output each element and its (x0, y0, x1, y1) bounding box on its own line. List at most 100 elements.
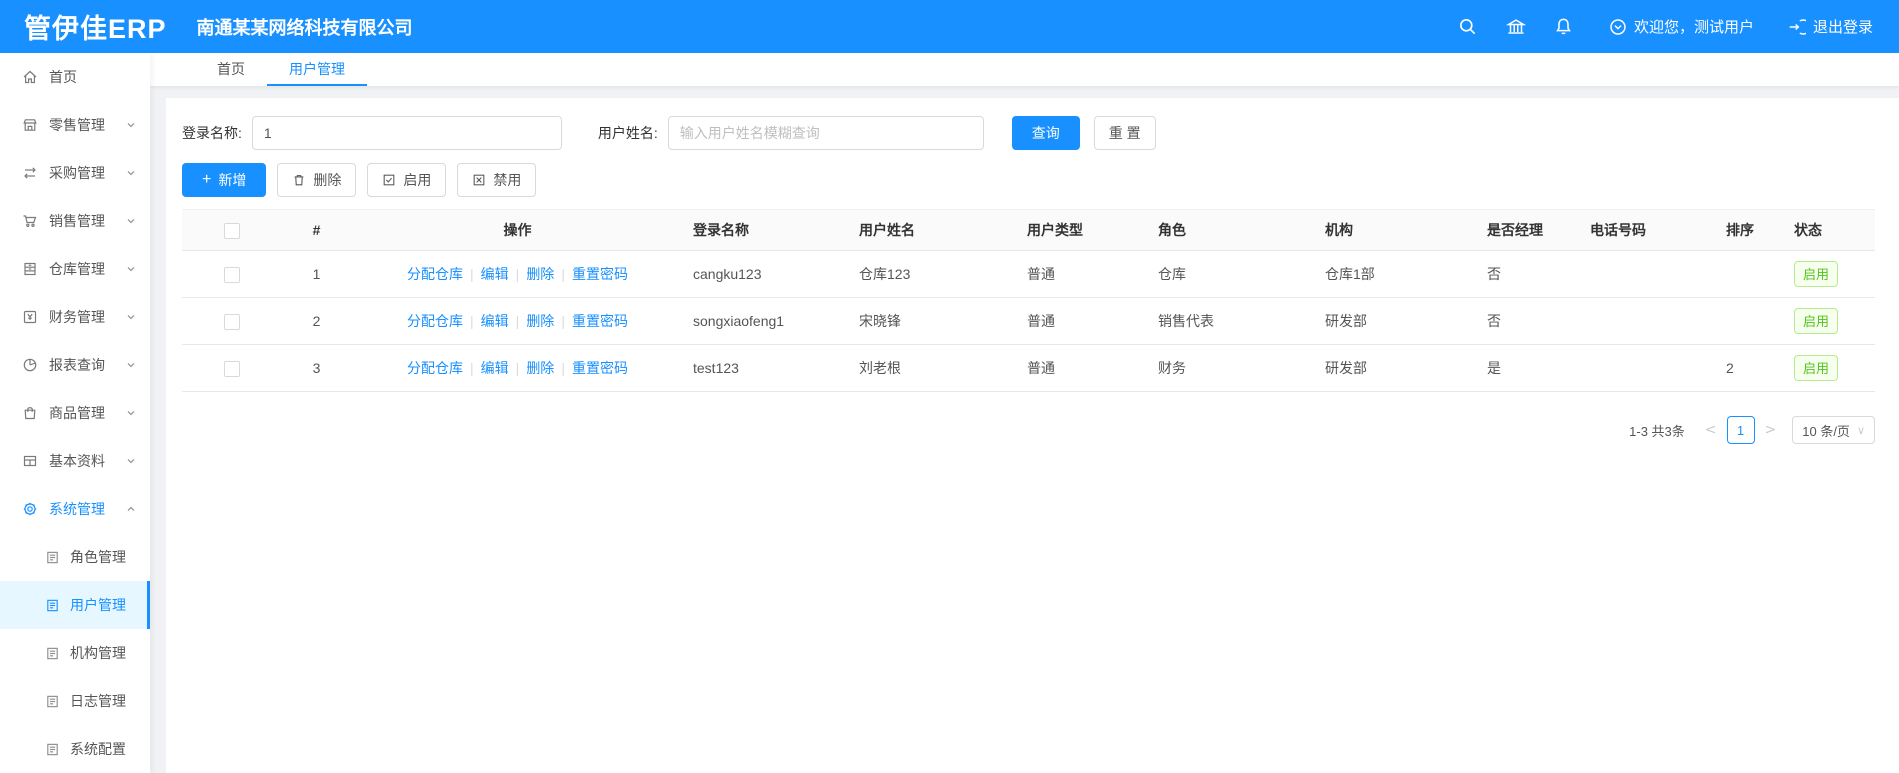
sidebar-subitem-system-config[interactable]: 系统配置 (0, 725, 150, 773)
col-sort: 排序 (1716, 209, 1784, 251)
assign-warehouse-link[interactable]: 分配仓库 (407, 360, 463, 376)
col-name: 用户姓名 (849, 209, 1017, 251)
sidebar-subitem-label: 角色管理 (70, 549, 126, 565)
sidebar-item-label: 系统管理 (49, 501, 105, 517)
sidebar-item-retail[interactable]: 零售管理 (0, 101, 150, 149)
col-role: 角色 (1148, 209, 1315, 251)
sidebar-item-reports[interactable]: 报表查询 (0, 341, 150, 389)
main-area: 首页 用户管理 登录名称: 用户姓名: 查询 重 置 + 新增 删除 (150, 53, 1899, 773)
grid-icon (22, 453, 38, 469)
table-row: 1 分配仓库 | 编辑 | 删除 | 重置密码 cangku123 仓库123 普通 仓库 … (182, 250, 1875, 298)
enable-button[interactable]: 启用 (367, 163, 447, 197)
sidebar-subitem-role-mgmt[interactable]: 角色管理 (0, 533, 150, 581)
top-bar: 管伊佳ERP 南通某某网络科技有限公司 欢迎您，测试用户 退出登录 (0, 0, 1899, 53)
next-page-button[interactable]: > (1759, 422, 1783, 438)
sidebar-item-finance[interactable]: 财务管理 (0, 293, 150, 341)
bell-icon[interactable] (1553, 16, 1575, 38)
edit-link[interactable]: 编辑 (481, 266, 509, 282)
login-name-label: 登录名称: (182, 125, 242, 141)
link-separator: | (561, 266, 565, 282)
pie-chart-icon (22, 357, 38, 373)
document-icon (45, 694, 60, 709)
row-checkbox[interactable] (223, 313, 240, 330)
reset-password-link[interactable]: 重置密码 (572, 360, 628, 376)
app-logo: 管伊佳ERP (24, 14, 167, 44)
table-header-row: # 操作 登录名称 用户姓名 用户类型 角色 机构 是否经理 电话号码 排序 状… (182, 209, 1875, 251)
cell-sort (1716, 250, 1784, 298)
prev-page-button[interactable]: < (1699, 422, 1723, 438)
sidebar-subitem-user-mgmt[interactable]: 用户管理 (0, 581, 150, 629)
cell-manager: 否 (1477, 297, 1580, 345)
cell-name: 刘老根 (849, 344, 1017, 392)
sidebar-item-label: 基本资料 (49, 453, 105, 469)
chevron-up-icon (126, 504, 136, 514)
current-page-button[interactable]: 1 (1726, 416, 1755, 444)
page-size-value: 10 条/页 (1802, 423, 1850, 439)
link-separator: | (515, 313, 520, 329)
row-checkbox[interactable] (223, 360, 240, 377)
edit-link[interactable]: 编辑 (481, 360, 509, 376)
document-icon (45, 598, 60, 613)
col-manager: 是否经理 (1477, 209, 1580, 251)
sidebar-item-label: 财务管理 (49, 309, 105, 325)
bank-icon[interactable] (1505, 16, 1527, 38)
col-login: 登录名称 (683, 209, 849, 251)
sidebar-subitem-label: 系统配置 (70, 741, 126, 757)
reset-password-link[interactable]: 重置密码 (572, 266, 628, 282)
cell-name: 仓库123 (849, 250, 1017, 298)
tab-home[interactable]: 首页 (195, 53, 267, 86)
delete-link[interactable]: 删除 (526, 266, 554, 282)
sidebar-item-label: 商品管理 (49, 405, 105, 421)
page-size-select[interactable]: 10 条/页 ∨ (1792, 416, 1875, 444)
tab-user-mgmt[interactable]: 用户管理 (267, 53, 367, 86)
sidebar-item-goods[interactable]: 商品管理 (0, 389, 150, 437)
select-all-checkbox[interactable] (223, 222, 240, 239)
logout-button[interactable]: 退出登录 (1788, 16, 1873, 37)
cell-name: 宋晓锋 (849, 297, 1017, 345)
cell-sort: 2 (1716, 344, 1784, 392)
chevron-down-icon: ∨ (1856, 424, 1865, 437)
search-icon[interactable] (1457, 16, 1479, 38)
sidebar-item-home[interactable]: 首页 (0, 53, 150, 101)
sidebar-subitem-log-mgmt[interactable]: 日志管理 (0, 677, 150, 725)
link-separator: | (470, 313, 474, 329)
status-badge: 启用 (1794, 261, 1839, 287)
sidebar-item-purchase[interactable]: 采购管理 (0, 149, 150, 197)
welcome-text: 欢迎您，测试用户 (1633, 19, 1754, 36)
company-name: 南通某某网络科技有限公司 (196, 17, 413, 38)
sidebar-subitem-org-mgmt[interactable]: 机构管理 (0, 629, 150, 677)
table-row: 3 分配仓库 | 编辑 | 删除 | 重置密码 test123 刘老根 普通 财务 研发部 … (182, 344, 1875, 392)
add-button[interactable]: + 新增 (182, 163, 267, 197)
login-name-input[interactable] (251, 116, 562, 150)
sidebar-item-sales[interactable]: 销售管理 (0, 197, 150, 245)
delete-button[interactable]: 删除 (277, 163, 357, 197)
pagination-total: 1-3 共3条 (1629, 423, 1685, 439)
cell-type: 普通 (1017, 297, 1148, 345)
document-icon (45, 550, 60, 565)
chevron-down-icon (126, 408, 136, 418)
cell-role: 仓库 (1148, 250, 1315, 298)
disable-button[interactable]: 禁用 (457, 163, 537, 197)
reset-button[interactable]: 重 置 (1093, 116, 1156, 150)
search-button[interactable]: 查询 (1011, 116, 1080, 150)
reset-password-link[interactable]: 重置密码 (572, 313, 628, 329)
pagination: 1-3 共3条 < 1 > 10 条/页 ∨ (182, 416, 1875, 444)
sidebar-item-label: 零售管理 (49, 117, 105, 133)
sidebar-item-system[interactable]: 系统管理 (0, 485, 150, 533)
sidebar-item-warehouse[interactable]: 仓库管理 (0, 245, 150, 293)
sidebar-subitem-label: 机构管理 (70, 645, 126, 661)
cell-phone (1580, 250, 1716, 298)
shop-icon (22, 117, 38, 133)
delete-link[interactable]: 删除 (526, 313, 554, 329)
edit-link[interactable]: 编辑 (481, 313, 509, 329)
sidebar-item-basic-data[interactable]: 基本资料 (0, 437, 150, 485)
row-checkbox[interactable] (223, 266, 240, 283)
user-name-input[interactable] (667, 116, 984, 150)
sidebar-item-label: 仓库管理 (49, 261, 105, 277)
assign-warehouse-link[interactable]: 分配仓库 (407, 313, 463, 329)
welcome-user[interactable]: 欢迎您，测试用户 (1609, 16, 1754, 37)
home-icon (22, 69, 38, 85)
assign-warehouse-link[interactable]: 分配仓库 (407, 266, 463, 282)
delete-link[interactable]: 删除 (526, 360, 554, 376)
tab-bar: 首页 用户管理 (150, 53, 1899, 86)
